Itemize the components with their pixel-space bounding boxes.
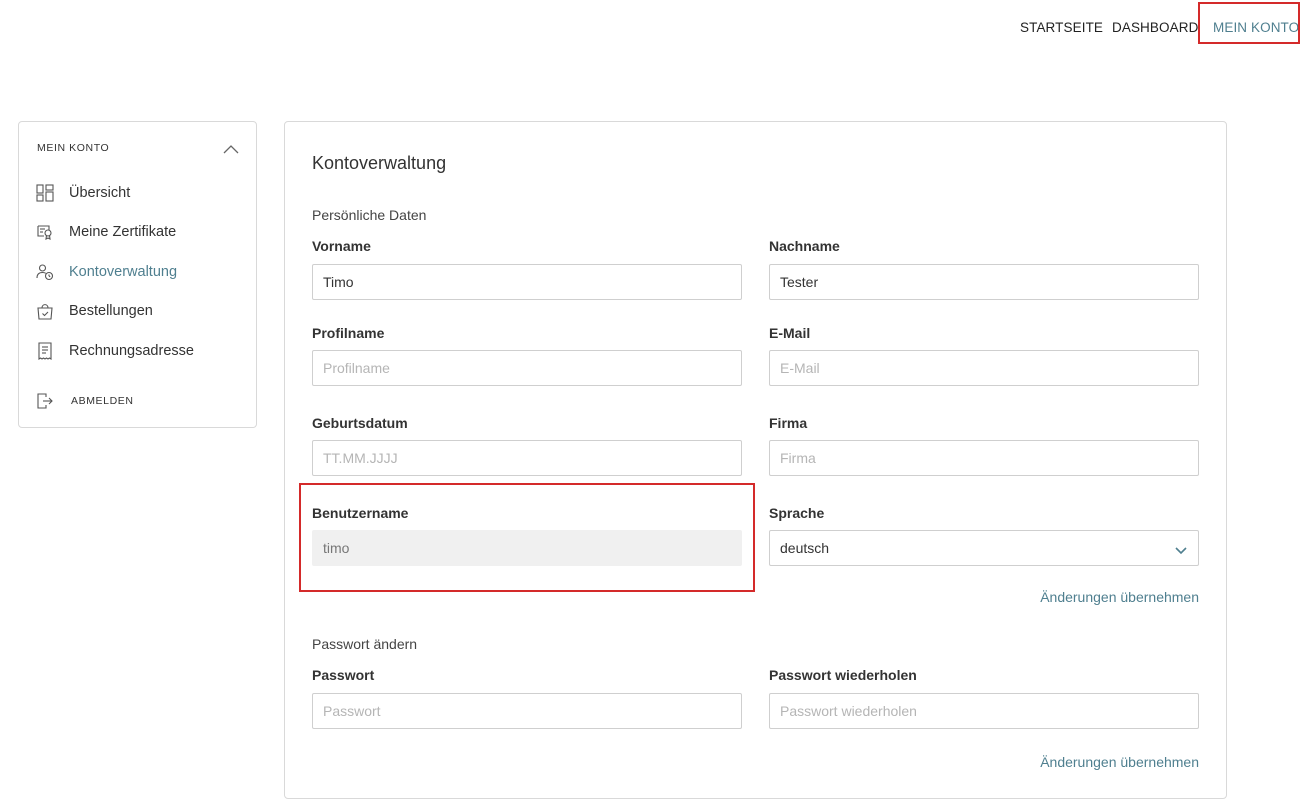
sprache-label: Sprache	[769, 505, 825, 521]
sidebar-item-uebersicht[interactable]: Übersicht	[35, 181, 245, 205]
password-label: Passwort	[312, 667, 375, 683]
language-select[interactable]: deutsch	[769, 530, 1199, 566]
account-management-panel: Kontoverwaltung Persönliche Daten Vornam…	[284, 121, 1227, 799]
receipt-icon	[35, 341, 55, 361]
nav-dashboard[interactable]: DASHBOARD	[1112, 20, 1198, 35]
sidebar-item-label: Kontoverwaltung	[69, 264, 178, 280]
change-password-heading: Passwort ändern	[312, 636, 418, 652]
geburtsdatum-field[interactable]	[312, 440, 742, 476]
benutzername-highlight-box	[299, 483, 755, 592]
email-label: E-Mail	[769, 325, 811, 341]
sidebar-header: MEIN KONTO	[37, 142, 110, 154]
personal-data-heading: Persönliche Daten	[312, 207, 427, 223]
nachname-label: Nachname	[769, 238, 840, 254]
sidebar-item-label: Übersicht	[69, 185, 131, 201]
logout-button[interactable]: ABMELDEN	[35, 389, 134, 413]
nav-highlight-box	[1198, 2, 1300, 44]
page-title: Kontoverwaltung	[312, 153, 447, 173]
shopping-bag-icon	[35, 301, 55, 321]
logout-icon	[35, 391, 55, 411]
nachname-field[interactable]	[769, 264, 1199, 300]
password-field[interactable]	[312, 693, 742, 729]
chevron-down-icon	[1174, 543, 1188, 555]
logout-label: ABMELDEN	[71, 395, 134, 407]
sidebar-item-label: Rechnungsadresse	[69, 343, 194, 359]
apply-password-changes-link[interactable]: Änderungen übernehmen	[1040, 754, 1199, 770]
certificate-icon	[35, 222, 55, 242]
sidebar-item-kontoverwaltung[interactable]: Kontoverwaltung	[35, 260, 245, 284]
account-sidebar: MEIN KONTO Übersicht Meine Zertifikate K…	[18, 121, 257, 428]
firma-label: Firma	[769, 415, 808, 431]
profilname-field[interactable]	[312, 350, 742, 386]
sidebar-item-label: Bestellungen	[69, 303, 153, 319]
sidebar-item-bestellungen[interactable]: Bestellungen	[35, 299, 245, 323]
sidebar-item-rechnungsadresse[interactable]: Rechnungsadresse	[35, 339, 245, 363]
email-field[interactable]	[769, 350, 1199, 386]
chevron-up-icon[interactable]	[222, 142, 240, 154]
language-select-value: deutsch	[780, 540, 830, 556]
vorname-label: Vorname	[312, 238, 371, 254]
vorname-field[interactable]	[312, 264, 742, 300]
sidebar-item-label: Meine Zertifikate	[69, 224, 177, 240]
nav-startseite[interactable]: STARTSEITE	[1020, 20, 1103, 35]
geburtsdatum-label: Geburtsdatum	[312, 415, 408, 431]
user-settings-icon	[35, 262, 55, 282]
sidebar-item-zertifikate[interactable]: Meine Zertifikate	[35, 220, 245, 244]
firma-field[interactable]	[769, 440, 1199, 476]
profilname-label: Profilname	[312, 325, 385, 341]
password-repeat-label: Passwort wiederholen	[769, 667, 917, 683]
dashboard-grid-icon	[35, 183, 55, 203]
apply-changes-link[interactable]: Änderungen übernehmen	[1040, 589, 1199, 605]
password-repeat-field[interactable]	[769, 693, 1199, 729]
top-navigation: STARTSEITE DASHBOARD MEIN KONTO	[0, 0, 1303, 56]
